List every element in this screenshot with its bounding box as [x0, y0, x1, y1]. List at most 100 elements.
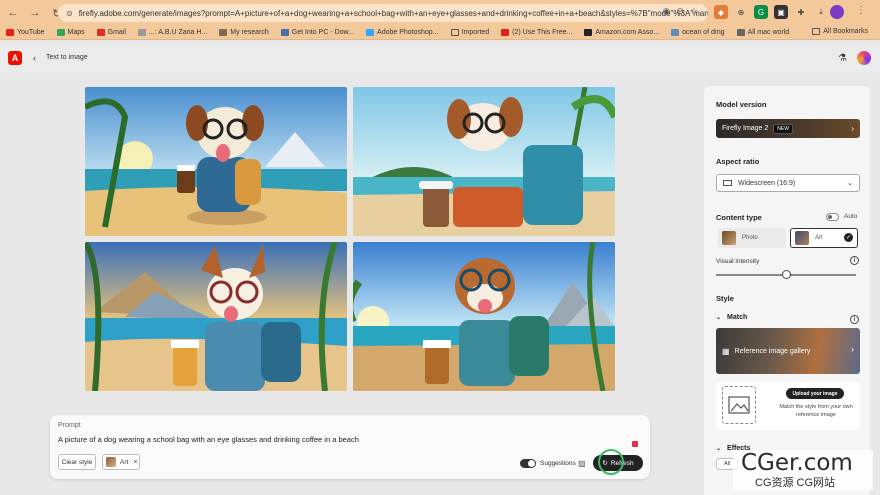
- zoom-icon[interactable]: ⊖: [676, 6, 684, 17]
- reference-gallery-label: Reference image gallery: [734, 347, 811, 355]
- model-version-heading: Model version: [716, 100, 767, 109]
- gmail-icon: [96, 29, 105, 36]
- page-icon: [736, 29, 745, 36]
- bookmark-getintopc[interactable]: Get Into PC - Dow...: [280, 29, 354, 36]
- eye-off-icon[interactable]: ◉: [663, 6, 671, 17]
- reference-gallery-button[interactable]: ▦ Reference image gallery ›: [716, 328, 860, 374]
- style-heading: Style: [716, 294, 734, 303]
- new-badge: NEW: [773, 123, 793, 134]
- extensions-puzzle-icon[interactable]: ✚: [794, 5, 808, 19]
- star-icon[interactable]: ☆: [690, 6, 698, 17]
- page-title: Text to image: [46, 54, 88, 61]
- back-chevron-icon[interactable]: ‹: [33, 53, 36, 63]
- bookmark-abu[interactable]: ...: A.B.U Zaria H...: [137, 29, 207, 36]
- extension-icon-1[interactable]: ◆: [714, 5, 728, 19]
- bookmark-imported[interactable]: Imported: [450, 29, 489, 36]
- forward-icon[interactable]: →: [26, 4, 44, 22]
- image-upload-icon: [722, 386, 756, 424]
- bookmark-gmail[interactable]: Gmail: [96, 29, 126, 36]
- generated-image-4[interactable]: [353, 242, 615, 391]
- checkmark-icon: ✓: [844, 233, 853, 242]
- bookmark-research[interactable]: My research: [219, 29, 269, 36]
- chevron-right-icon: ›: [851, 124, 854, 133]
- generated-image-3[interactable]: [85, 242, 347, 391]
- match-label: Match: [727, 314, 748, 321]
- image-upload-icon[interactable]: ▨: [578, 459, 586, 468]
- upload-reference-area[interactable]: Upload your image Match the style from y…: [716, 382, 860, 430]
- bookmark-allmacworld[interactable]: All mac world: [736, 29, 789, 36]
- chevron-down-icon: ⌄: [716, 446, 722, 452]
- aspect-ratio-select[interactable]: Widescreen (16:9) ⌄: [716, 174, 860, 192]
- watermark: CGer.com CG资源 CG网站: [733, 450, 873, 490]
- visual-intensity-label: Visual intensity: [716, 258, 760, 265]
- bookmark-photoshop[interactable]: Adobe Photoshop...: [366, 29, 439, 36]
- extension-icon-2[interactable]: ⊕: [734, 5, 748, 19]
- content-type-photo[interactable]: Photo: [718, 228, 786, 248]
- style-chip-label: Art: [120, 458, 129, 466]
- prompt-input[interactable]: A picture of a dog wearing a school bag …: [58, 435, 359, 444]
- download-icon[interactable]: ⤓: [814, 5, 828, 19]
- page-icon: [219, 29, 228, 36]
- info-icon[interactable]: i: [850, 315, 859, 324]
- maps-icon: [56, 29, 65, 36]
- address-bar[interactable]: ⊜ firefly.adobe.com/generate/images?prom…: [58, 4, 708, 22]
- photo-label: Photo: [742, 235, 758, 241]
- folder-icon: [812, 28, 821, 35]
- auto-label: Auto: [844, 213, 858, 220]
- widescreen-icon: [723, 180, 732, 186]
- watermark-main: CGer.com: [741, 450, 853, 476]
- record-indicator: [632, 441, 638, 447]
- bookmark-amazon[interactable]: Amazon.com Asso...: [584, 29, 659, 36]
- url-text: firefly.adobe.com/generate/images?prompt…: [78, 8, 708, 18]
- art-label: Art: [815, 235, 823, 241]
- art-thumbnail: [795, 231, 809, 245]
- extension-icon-3[interactable]: G: [754, 5, 768, 19]
- visual-intensity-slider[interactable]: [781, 270, 791, 279]
- back-icon[interactable]: ←: [4, 4, 22, 22]
- browser-toolbar: ← → ↻ ⊜ firefly.adobe.com/generate/image…: [0, 0, 880, 26]
- settings-panel: Model version Firefly Image 2 NEW › Aspe…: [704, 86, 870, 495]
- watermark-sub: CG资源 CG网站: [755, 477, 836, 489]
- chevron-right-icon: ›: [851, 344, 854, 354]
- art-thumbnail: [106, 457, 116, 467]
- generated-image-2[interactable]: [353, 87, 615, 236]
- menu-kebab-icon[interactable]: ⋮: [856, 5, 866, 16]
- bookmark-maps[interactable]: Maps: [56, 29, 85, 36]
- generated-image-1[interactable]: [85, 87, 347, 236]
- suggestions-toggle[interactable]: [520, 459, 536, 468]
- flask-icon[interactable]: ⚗: [838, 53, 847, 64]
- extension-icon-4[interactable]: ▣: [774, 5, 788, 19]
- auto-toggle[interactable]: [826, 213, 839, 221]
- adobe-logo[interactable]: A: [8, 51, 22, 65]
- generated-images-grid: [85, 87, 615, 392]
- chevron-down-icon: ⌄: [716, 315, 722, 321]
- bookmark-oceanofdmg[interactable]: ocean of dmg: [671, 29, 725, 36]
- youtube-icon: [6, 29, 14, 36]
- aspect-ratio-heading: Aspect ratio: [716, 157, 760, 166]
- site-info-icon[interactable]: ⊜: [66, 9, 73, 18]
- grid-icon: ▦: [722, 346, 730, 356]
- close-icon[interactable]: ×: [133, 459, 137, 466]
- clear-style-button[interactable]: Clear style: [58, 454, 96, 470]
- content-type-art[interactable]: Art ✓: [790, 228, 858, 248]
- prompt-label: Prompt: [58, 422, 81, 429]
- page-icon: [671, 29, 680, 36]
- style-chip-art[interactable]: Art ×: [102, 454, 140, 470]
- bookmark-youtube[interactable]: YouTube: [6, 29, 45, 36]
- folder-icon: [450, 29, 459, 36]
- youtube-icon: [501, 29, 510, 36]
- user-avatar[interactable]: [857, 51, 871, 65]
- profile-avatar[interactable]: [830, 5, 844, 19]
- chevron-down-icon: ⌄: [847, 180, 853, 187]
- page-icon: [366, 29, 375, 36]
- page-icon: [137, 29, 146, 36]
- info-icon[interactable]: i: [850, 256, 859, 265]
- upload-description: Match the style from your own reference …: [779, 404, 853, 418]
- upload-image-button[interactable]: Upload your image: [786, 388, 844, 399]
- bookmark-usethis[interactable]: (2) Use This Free...: [501, 29, 572, 36]
- model-version-button[interactable]: Firefly Image 2 NEW ›: [716, 119, 860, 138]
- all-bookmarks[interactable]: All Bookmarks: [812, 28, 868, 35]
- bookmarks-bar: YouTube Maps Gmail ...: A.B.U Zaria H...…: [0, 26, 880, 40]
- photo-thumbnail: [722, 231, 736, 245]
- match-section-header[interactable]: ⌄ Match: [716, 314, 747, 321]
